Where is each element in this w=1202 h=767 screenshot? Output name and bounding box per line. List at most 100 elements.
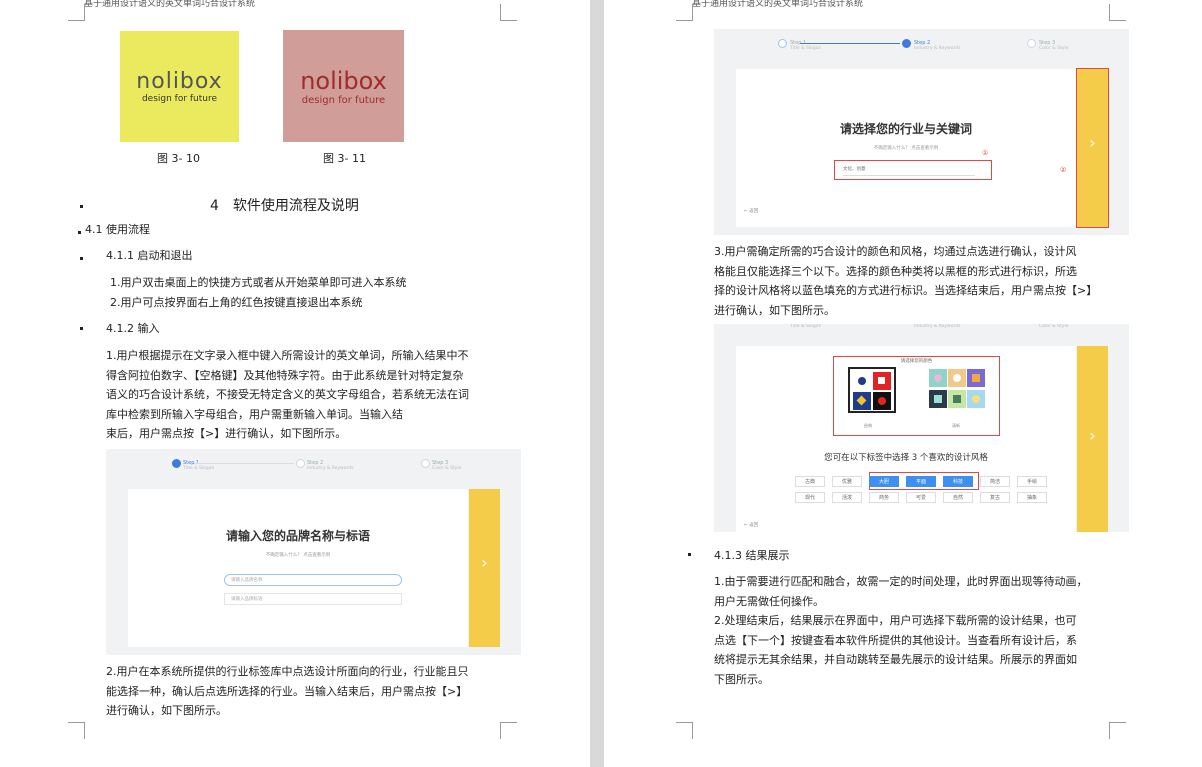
running-header: 基于通用设计语义的英文单词巧合设计系统 bbox=[692, 0, 864, 9]
form-title: 请选择您的行业与关键词 bbox=[839, 122, 972, 136]
text-line: 1.用户根据提示在文字录入框中键入所需设计的英文单词，所输入结果中不 bbox=[106, 349, 469, 362]
form-card: 请输入您的品牌名称与标语 不确定输入什么？ 点击查看示例 请输入品牌名称 请输入… bbox=[128, 489, 468, 647]
logo-wordmark: nolibox bbox=[136, 69, 223, 94]
style-tag-selected[interactable]: 大胆 bbox=[869, 476, 899, 487]
step-label: Step 1 Title & Slogan bbox=[790, 40, 822, 51]
step-indicator bbox=[296, 459, 305, 468]
back-button[interactable]: ← 返回 bbox=[744, 208, 758, 214]
list-bullet bbox=[80, 205, 83, 208]
text-line: 统将提示无其余结果，并自动跳转至最先展示的设计结果。所展示的界面如 bbox=[714, 653, 1077, 666]
style-tag[interactable]: 可爱 bbox=[906, 492, 936, 503]
figure-caption: 图 3- 10 bbox=[157, 152, 200, 165]
crop-mark bbox=[1109, 4, 1126, 21]
form-hint: 不确定输入什么？ 点击查看示例 bbox=[873, 146, 939, 151]
chevron-right-icon: › bbox=[481, 553, 488, 572]
next-button[interactable]: › bbox=[1077, 346, 1108, 532]
style-tag[interactable]: 手绘 bbox=[1017, 476, 1047, 487]
next-button[interactable]: › bbox=[1076, 68, 1109, 228]
paragraph-style: 3.用户需确定所需的巧合设计的颜色和风格，均通过点选进行确认，设计风 格能且仅能… bbox=[714, 242, 1124, 320]
crop-mark bbox=[68, 722, 85, 739]
style-tag[interactable]: 自然 bbox=[943, 492, 973, 503]
text-line: 语义的巧合设计系统，不接受无特定含义的英文字母组合，若系统无法在词 bbox=[106, 388, 469, 401]
palette-option-fresh[interactable] bbox=[929, 369, 985, 411]
step-line bbox=[800, 43, 900, 44]
style-tag[interactable]: 活泼 bbox=[832, 492, 862, 503]
crop-mark bbox=[500, 4, 517, 21]
paragraph: 1.用户双击桌面上的快捷方式或者从开始菜单即可进入本系统 bbox=[110, 276, 407, 289]
back-button[interactable]: ← 返回 bbox=[744, 522, 758, 528]
screenshot-step2: Step 1 Title & Slogan Step 2 Industry & Ke… bbox=[714, 29, 1129, 235]
form-card: 请选择您的行业与关键词 不确定输入什么？ 点击查看示例 文化、创意 ① ← 返回 bbox=[736, 69, 1076, 227]
text-line: 库中检索到所输入字母组合，用户需重新输入单词。当输入结 bbox=[106, 407, 403, 421]
text-line: 格能且仅能选择三个以下。选择的颜色种类将以黑框的形式进行标识，所选 bbox=[714, 264, 1077, 278]
text-line: 2.用户在本系统所提供的行业标签库中点选设计所面向的行业，行业能且只 bbox=[106, 665, 469, 678]
next-button[interactable]: › bbox=[469, 489, 500, 647]
text-line: 1.由于需要进行匹配和融合，故需一定的时间处理，此时界面出现等待动画， bbox=[714, 575, 1088, 588]
step-line bbox=[194, 463, 294, 464]
palette-label: 清新 bbox=[952, 423, 960, 428]
logo-wordmark: nolibox bbox=[300, 66, 387, 95]
figure-caption: 图 3- 11 bbox=[323, 152, 366, 165]
text-line: 下图所示。 bbox=[714, 672, 769, 686]
style-tag[interactable]: 古典 bbox=[795, 476, 825, 487]
text-line: 进行确认，如下图所示。 bbox=[106, 704, 227, 717]
step-label: Step 2 Industry & Keywords bbox=[307, 460, 354, 471]
form-title: 请输入您的品牌名称与标语 bbox=[225, 529, 370, 543]
crop-mark bbox=[676, 722, 693, 739]
document-page-right: 基于通用设计语义的英文单词巧合设计系统 Step 1 Title & Slogan… bbox=[604, 0, 1202, 767]
section-heading: 4 软件使用流程及说明 bbox=[210, 198, 359, 214]
logo-image-yellow: nolibox design for future bbox=[120, 31, 239, 142]
palette-label: 经典 bbox=[864, 423, 872, 428]
paragraph: 2.用户可点按界面右上角的红色按键直接退出本系统 bbox=[110, 296, 363, 309]
style-tag[interactable]: 复古 bbox=[980, 492, 1010, 503]
crop-mark bbox=[500, 722, 517, 739]
annotation-marker: ① bbox=[982, 149, 989, 157]
style-tag[interactable]: 商务 bbox=[869, 492, 899, 503]
step-indicator bbox=[1027, 39, 1036, 48]
crop-mark bbox=[676, 4, 693, 21]
brand-name-input[interactable]: 请输入品牌名称 bbox=[224, 574, 402, 586]
subsection-heading: 4.1 使用流程 bbox=[85, 223, 150, 236]
form-hint: 不确定输入什么？ 点击查看示例 bbox=[265, 553, 331, 558]
style-tag-selected[interactable]: 平面 bbox=[906, 476, 936, 487]
text-line: 束后，用户需点按【>】进行确认，如下图所示。 bbox=[106, 427, 347, 440]
step-indicator bbox=[902, 39, 911, 48]
style-tag-grid: 古典 优雅 大胆 平面 科技 简洁 手绘 现代 活泼 商务 可爱 自然 复古 抽… bbox=[795, 472, 1047, 531]
chevron-right-icon: › bbox=[1089, 426, 1096, 445]
text-line: 点选【下一个】按键查看本软件所提供的其他设计。当查看所有设计后，系 bbox=[714, 633, 1077, 647]
style-tag[interactable]: 简洁 bbox=[980, 476, 1010, 487]
crop-mark bbox=[68, 4, 85, 21]
slogan-input[interactable]: 请输入品牌标语 bbox=[224, 593, 402, 605]
chevron-right-icon: › bbox=[1089, 133, 1096, 152]
logo-tagline: design for future bbox=[141, 94, 218, 104]
text-line: 进行确认，如下图所示。 bbox=[714, 303, 835, 317]
highlight-box: 文化、创意 bbox=[834, 160, 992, 180]
text-line: 用户无需做任何操作。 bbox=[714, 594, 824, 608]
style-title: 您可在以下标签中选择 3 个喜欢的设计风格 bbox=[824, 453, 988, 463]
form-card: 请选择您的颜色 经典 清新 您可在以下标签中选择 3 个喜欢的设计风格 古典 优… bbox=[736, 346, 1076, 532]
palette-panel: 请选择您的颜色 经典 清新 bbox=[833, 356, 1000, 436]
style-tag[interactable]: 优雅 bbox=[832, 476, 862, 487]
style-tag-selected[interactable]: 科技 bbox=[943, 476, 973, 487]
logo-image-pink: nolibox design for future bbox=[283, 30, 404, 142]
list-bullet bbox=[80, 257, 83, 260]
text-line: 3.用户需确定所需的巧合设计的颜色和风格，均通过点选进行确认，设计风 bbox=[714, 245, 1077, 258]
subsection-heading: 4.1.2 输入 bbox=[106, 322, 160, 335]
list-bullet bbox=[688, 553, 691, 556]
list-bullet bbox=[80, 327, 83, 330]
document-page-left: 基于通用设计语义的英文单词巧合设计系统 nolibox design for f… bbox=[0, 0, 590, 767]
step-indicator bbox=[778, 39, 787, 48]
step-label: Step 1 Title & Slogan bbox=[183, 460, 215, 471]
style-tag[interactable]: 现代 bbox=[795, 492, 825, 503]
step-label: Title & Slogan bbox=[790, 324, 822, 329]
style-tag[interactable]: 抽象 bbox=[1017, 492, 1047, 503]
step-indicator bbox=[421, 459, 430, 468]
palette-option-classic[interactable] bbox=[848, 367, 896, 413]
text-line: 2.处理结束后，结果展示在界面中，用户可选择下载所需的设计结果，也可 bbox=[714, 614, 1077, 627]
text-line: 择的设计风格将以蓝色填充的方式进行标识。当选择结束后，用户需点按【>】 bbox=[714, 284, 1098, 297]
industry-input[interactable]: 文化、创意 bbox=[843, 165, 975, 176]
text-line: 能选择一种，确认后点选所选择的行业。当输入结束后，用户需点按【>】 bbox=[106, 684, 468, 698]
paragraph-input: 1.用户根据提示在文字录入框中键入所需设计的英文单词，所输入结果中不 得含阿拉伯… bbox=[106, 346, 506, 444]
paragraph-results: 1.由于需要进行匹配和融合，故需一定的时间处理，此时界面出现等待动画， 用户无需… bbox=[714, 572, 1124, 689]
step-label: Color & Style bbox=[1039, 324, 1069, 329]
